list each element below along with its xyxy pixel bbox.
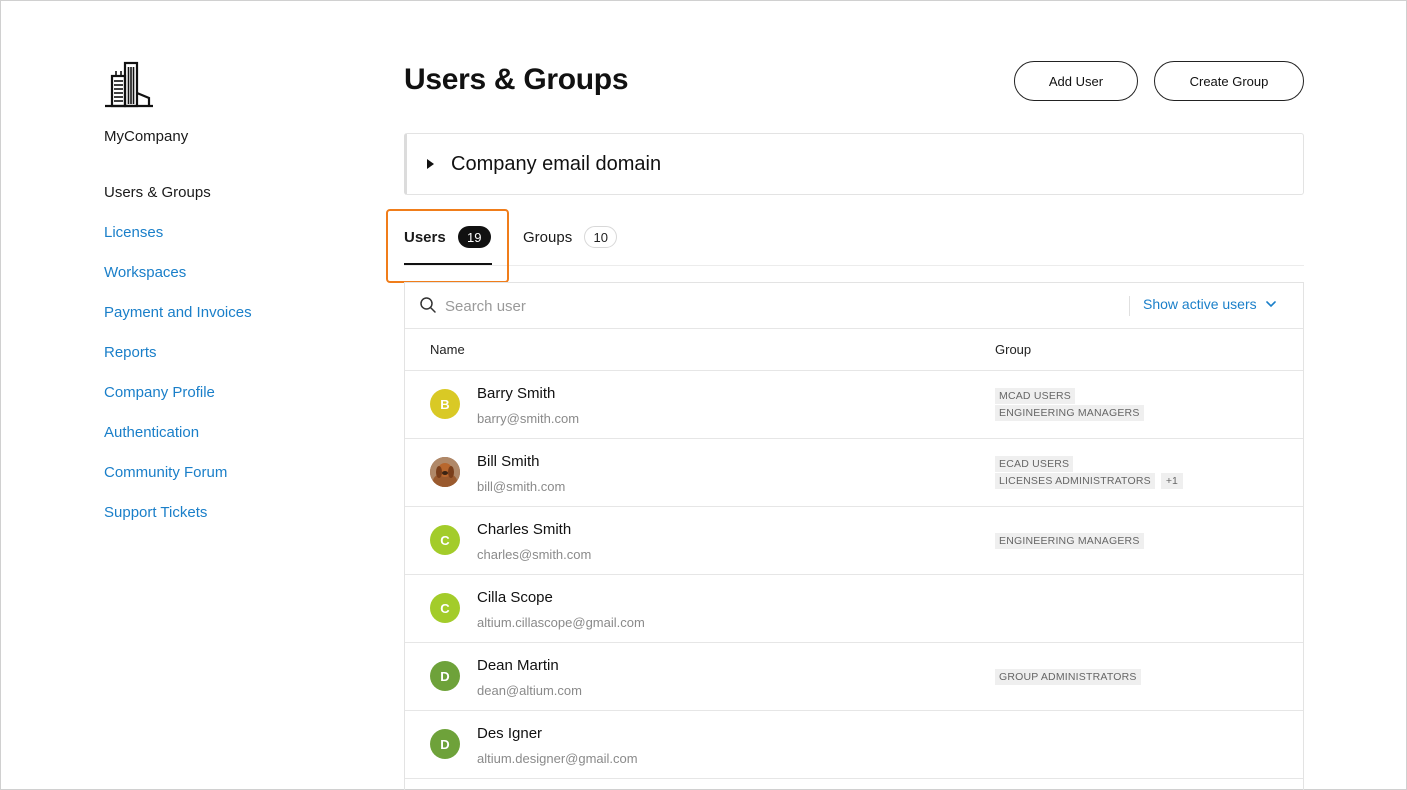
user-name[interactable]: Bill Smith	[477, 453, 540, 470]
avatar: D	[430, 661, 460, 691]
search-icon	[420, 297, 436, 313]
company-email-domain-panel[interactable]: Company email domain	[404, 133, 1304, 195]
table-row[interactable]: B Barry Smith barry@smith.com MCAD USERS ENG…	[405, 371, 1303, 439]
table-header: Name Group	[405, 329, 1303, 371]
company-email-domain-label: Company email domain	[451, 152, 662, 175]
sidebar-item-users-groups[interactable]: Users & Groups	[104, 183, 364, 223]
avatar: C	[430, 525, 460, 555]
active-users-filter-dropdown[interactable]: Show active users	[1143, 296, 1277, 312]
group-tag: ECAD USERS	[995, 456, 1074, 472]
avatar-photo-icon	[430, 457, 460, 487]
avatar	[430, 457, 460, 487]
avatar: C	[430, 593, 460, 623]
chevron-down-icon	[1265, 301, 1276, 308]
add-user-button[interactable]: Add User	[1014, 61, 1138, 101]
users-count-badge: 19	[457, 226, 491, 248]
user-groups: ECAD USERS LICENSES ADMINISTRATORS +1	[995, 439, 1183, 506]
avatar: B	[430, 389, 460, 419]
search-bar: Show active users	[405, 283, 1303, 329]
filter-label: Show active users	[1143, 296, 1257, 312]
user-email: altium.cillascope@gmail.com	[477, 615, 645, 630]
company-name: MyCompany	[104, 128, 189, 145]
table-row[interactable]: C Charles Smith charles@smith.com ENGINEERI…	[405, 507, 1303, 575]
tab-groups-label: Groups	[523, 228, 573, 246]
user-name[interactable]: Charles Smith	[477, 521, 571, 538]
user-groups: MCAD USERS ENGINEERING MANAGERS	[995, 371, 1144, 438]
sidebar-item-workspaces[interactable]: Workspaces	[104, 263, 364, 303]
building-icon	[105, 61, 153, 108]
groups-count-badge: 10	[584, 226, 618, 248]
tab-users-label: Users	[404, 228, 446, 246]
user-name[interactable]: Dean Martin	[477, 657, 559, 674]
table-row[interactable]: D Des Igner altium.designer@gmail.com	[405, 711, 1303, 779]
table-body: B Barry Smith barry@smith.com MCAD USERS ENG…	[405, 371, 1303, 779]
sidebar-item-payment-invoices[interactable]: Payment and Invoices	[104, 303, 364, 343]
group-tag: GROUP ADMINISTRATORS	[995, 668, 1141, 685]
more-groups-badge[interactable]: +1	[1160, 473, 1183, 489]
sidebar-item-support-tickets[interactable]: Support Tickets	[104, 503, 364, 543]
caret-right-icon	[427, 159, 434, 169]
group-tag-line: GROUP ADMINISTRATORS	[995, 668, 1141, 685]
group-tag: LICENSES ADMINISTRATORS	[995, 473, 1155, 489]
tab-users[interactable]: Users 19	[404, 209, 492, 265]
sidebar-item-community-forum[interactable]: Community Forum	[104, 463, 364, 503]
sidebar-item-authentication[interactable]: Authentication	[104, 423, 364, 463]
tab-groups[interactable]: Groups 10	[523, 209, 618, 265]
table-row[interactable]: Bill Smith bill@smith.com ECAD USERS LICENS…	[405, 439, 1303, 507]
divider	[1129, 296, 1130, 316]
user-email: bill@smith.com	[477, 479, 566, 494]
sidebar-item-company-profile[interactable]: Company Profile	[104, 383, 364, 423]
sidebar-item-licenses[interactable]: Licenses	[104, 223, 364, 263]
search-input[interactable]	[445, 294, 1045, 318]
user-email: charles@smith.com	[477, 547, 592, 562]
column-header-group[interactable]: Group	[995, 342, 1031, 357]
user-name[interactable]: Barry Smith	[477, 385, 555, 402]
user-email: dean@altium.com	[477, 683, 582, 698]
table-row[interactable]: C Cilla Scope altium.cillascope@gmail.com	[405, 575, 1303, 643]
group-tag: MCAD USERS	[995, 388, 1076, 404]
user-email: barry@smith.com	[477, 411, 580, 426]
sidebar-item-reports[interactable]: Reports	[104, 343, 364, 383]
group-tag: ENGINEERING MANAGERS	[995, 532, 1144, 549]
sidebar-nav: Users & Groups Licenses Workspaces Payme…	[104, 183, 364, 543]
tabs: Users 19 Groups 10	[404, 209, 1304, 266]
table-row[interactable]: D Dean Martin dean@altium.com GROUP ADMINIS…	[405, 643, 1303, 711]
user-name[interactable]: Des Igner	[477, 725, 542, 742]
page-title: Users & Groups	[404, 63, 629, 96]
users-table: Show active users Name Group B Barry Smit…	[404, 282, 1304, 790]
user-email: altium.designer@gmail.com	[477, 751, 638, 766]
group-tag-line: ECAD USERS	[995, 456, 1183, 473]
group-tag: ENGINEERING MANAGERS	[995, 405, 1144, 421]
group-tag-line: MCAD USERS	[995, 388, 1144, 405]
group-tag-line: LICENSES ADMINISTRATORS +1	[995, 473, 1183, 490]
column-header-name[interactable]: Name	[430, 342, 465, 357]
group-tag-line: ENGINEERING MANAGERS	[995, 532, 1144, 549]
sidebar: MyCompany Users & Groups Licenses Worksp…	[104, 60, 364, 543]
group-tag-line: ENGINEERING MANAGERS	[995, 405, 1144, 422]
user-groups: GROUP ADMINISTRATORS	[995, 643, 1141, 710]
user-name[interactable]: Cilla Scope	[477, 589, 553, 606]
avatar: D	[430, 729, 460, 759]
create-group-button[interactable]: Create Group	[1154, 61, 1304, 101]
user-groups: ENGINEERING MANAGERS	[995, 507, 1144, 574]
